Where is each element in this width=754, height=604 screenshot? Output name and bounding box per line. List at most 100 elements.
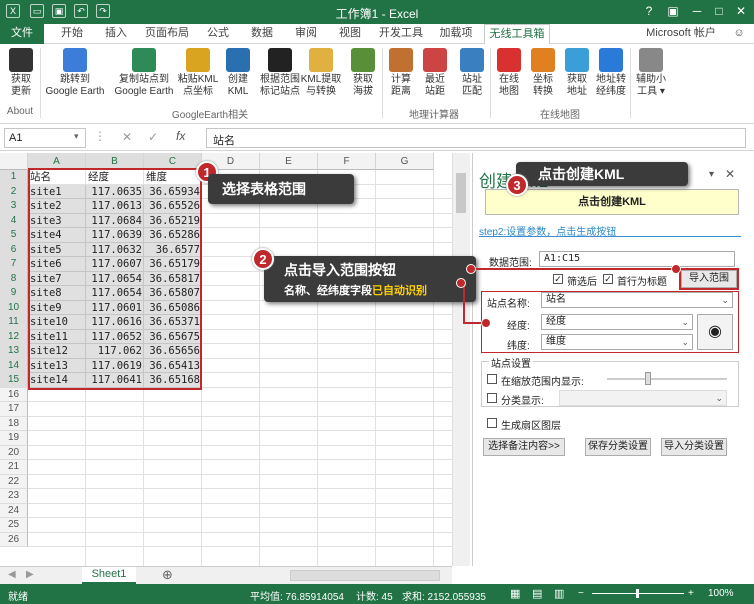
- row-header[interactable]: 15: [0, 373, 28, 388]
- prev-sheet-icon[interactable]: ◀: [8, 569, 16, 580]
- formula-input[interactable]: 站名: [206, 128, 746, 148]
- normal-view-icon[interactable]: ▦: [510, 587, 520, 600]
- add-sheet-icon[interactable]: ⊕: [162, 567, 173, 583]
- tab-file[interactable]: 文件: [0, 24, 44, 44]
- row-header[interactable]: 8: [0, 271, 28, 286]
- zoom-slider-thumb[interactable]: [636, 589, 639, 598]
- row-header[interactable]: 23: [0, 489, 28, 504]
- horizontal-scrollbar[interactable]: [290, 570, 440, 581]
- row-header[interactable]: 17: [0, 402, 28, 417]
- ribbon-button-address[interactable]: 获取 地址: [562, 48, 592, 98]
- zoom-range-thumb[interactable]: [645, 372, 651, 385]
- scrollbar-thumb[interactable]: [456, 173, 466, 213]
- ribbon-button-geocode[interactable]: 地址转 经纬度: [594, 48, 628, 98]
- smiley-icon[interactable]: ☺: [728, 24, 750, 44]
- row-header[interactable]: 19: [0, 431, 28, 446]
- row-header[interactable]: 9: [0, 286, 28, 301]
- zoom-out-icon[interactable]: −: [578, 588, 584, 599]
- tab-insert[interactable]: 插入: [96, 24, 136, 44]
- cancel-icon[interactable]: ✕: [122, 130, 132, 144]
- row-header[interactable]: 13: [0, 344, 28, 359]
- pane-close-icon[interactable]: ✕: [725, 167, 735, 181]
- tab-data[interactable]: 数据: [242, 24, 282, 44]
- ribbon-button-qrcode[interactable]: 获取 更新: [8, 48, 34, 98]
- tab-addins[interactable]: 加载项: [432, 24, 480, 44]
- ribbon-button-paste-kml[interactable]: 粘贴KML 点坐标: [176, 48, 220, 98]
- tab-review[interactable]: 审阅: [286, 24, 326, 44]
- ribbon-button-globe[interactable]: 创建 KML: [222, 48, 254, 98]
- site-name-select[interactable]: 站名 ⌄: [541, 292, 733, 308]
- row-header[interactable]: 24: [0, 503, 28, 518]
- row-header[interactable]: 4: [0, 213, 28, 228]
- column-header[interactable]: F: [318, 153, 376, 170]
- row-header[interactable]: 26: [0, 532, 28, 547]
- ribbon-button-map-pin[interactable]: 复制站点到 Google Earth: [112, 48, 176, 98]
- function-icon[interactable]: fx: [176, 129, 185, 143]
- tab-page-layout[interactable]: 页面布局: [140, 24, 194, 44]
- ribbon-button-ruler[interactable]: 计算 距离: [386, 48, 416, 98]
- row-header[interactable]: 16: [0, 387, 28, 402]
- page-layout-view-icon[interactable]: ▤: [532, 587, 542, 600]
- tab-home[interactable]: 开始: [52, 24, 92, 44]
- row-header[interactable]: 11: [0, 315, 28, 330]
- row-header[interactable]: 2: [0, 184, 28, 199]
- vertical-scrollbar[interactable]: [452, 153, 470, 566]
- zoom-level[interactable]: 100%: [708, 588, 734, 599]
- classify-select[interactable]: ⌄: [559, 390, 727, 406]
- lon-select[interactable]: 经度 ⌄: [541, 314, 693, 330]
- tab-wireless-toolbox[interactable]: 无线工具箱: [484, 24, 550, 45]
- account-name[interactable]: Microsoft 帐户: [636, 24, 726, 44]
- row-header[interactable]: 25: [0, 518, 28, 533]
- pane-menu-icon[interactable]: ▾: [709, 169, 714, 180]
- zoom-show-checkbox[interactable]: [487, 374, 497, 384]
- save-class-button[interactable]: 保存分类设置: [585, 438, 651, 456]
- ribbon-button-folder[interactable]: KML提取 与转换: [300, 48, 342, 98]
- enter-icon[interactable]: ✓: [148, 130, 158, 144]
- tab-developer[interactable]: 开发工具: [374, 24, 428, 44]
- classify-checkbox[interactable]: [487, 393, 497, 403]
- ribbon-button-baidu-map[interactable]: 在线 地图: [494, 48, 524, 98]
- row-header[interactable]: 22: [0, 474, 28, 489]
- minimize-button[interactable]: ─: [686, 3, 708, 19]
- header-checkbox[interactable]: ✓: [603, 274, 613, 284]
- select-remark-button[interactable]: 选择备注内容>>: [483, 438, 565, 456]
- lat-select[interactable]: 维度 ⌄: [541, 334, 693, 350]
- locate-icon[interactable]: ◉: [697, 314, 733, 350]
- ribbon-button-site-match[interactable]: 站址 匹配: [456, 48, 488, 98]
- row-header[interactable]: 14: [0, 358, 28, 373]
- sheet-tab-sheet1[interactable]: Sheet1: [82, 567, 136, 584]
- row-header[interactable]: 21: [0, 460, 28, 475]
- ribbon-button-tool[interactable]: 辅助小 工具 ▾: [634, 48, 668, 98]
- tab-formulas[interactable]: 公式: [198, 24, 238, 44]
- range-input[interactable]: A1:C15: [539, 251, 735, 267]
- ribbon-button-coordinate[interactable]: 坐标 转换: [528, 48, 558, 98]
- row-header[interactable]: 18: [0, 416, 28, 431]
- page-break-view-icon[interactable]: ▥: [554, 587, 564, 600]
- column-header[interactable]: E: [260, 153, 318, 170]
- zoom-range-slider[interactable]: [607, 378, 727, 380]
- select-all-corner[interactable]: [0, 153, 28, 170]
- import-class-button[interactable]: 导入分类设置: [661, 438, 727, 456]
- close-button[interactable]: ✕: [730, 3, 752, 19]
- filter-checkbox[interactable]: ✓: [553, 274, 563, 284]
- row-header[interactable]: 7: [0, 257, 28, 272]
- sector-checkbox[interactable]: [487, 418, 497, 428]
- row-header[interactable]: 20: [0, 445, 28, 460]
- help-button[interactable]: ?: [638, 3, 660, 19]
- ribbon-button-mountain[interactable]: 获取 海拔: [346, 48, 380, 98]
- next-sheet-icon[interactable]: ▶: [26, 569, 34, 580]
- ribbon-button-paper-plane[interactable]: 跳转到 Google Earth: [44, 48, 106, 98]
- row-header[interactable]: 12: [0, 329, 28, 344]
- tab-view[interactable]: 视图: [330, 24, 370, 44]
- maximize-button[interactable]: □: [708, 3, 730, 19]
- column-header[interactable]: G: [376, 153, 434, 170]
- ribbon-display-button[interactable]: ▣: [662, 3, 684, 19]
- row-header[interactable]: 5: [0, 228, 28, 243]
- row-header[interactable]: 6: [0, 242, 28, 257]
- import-range-button[interactable]: 导入范围: [679, 268, 739, 290]
- ribbon-button-marker[interactable]: 根据范围 标记站点: [260, 48, 300, 98]
- zoom-in-icon[interactable]: +: [688, 588, 694, 599]
- ribbon-button-nearest[interactable]: 最近 站距: [420, 48, 450, 98]
- row-header[interactable]: 3: [0, 199, 28, 214]
- row-header[interactable]: 1: [0, 170, 28, 185]
